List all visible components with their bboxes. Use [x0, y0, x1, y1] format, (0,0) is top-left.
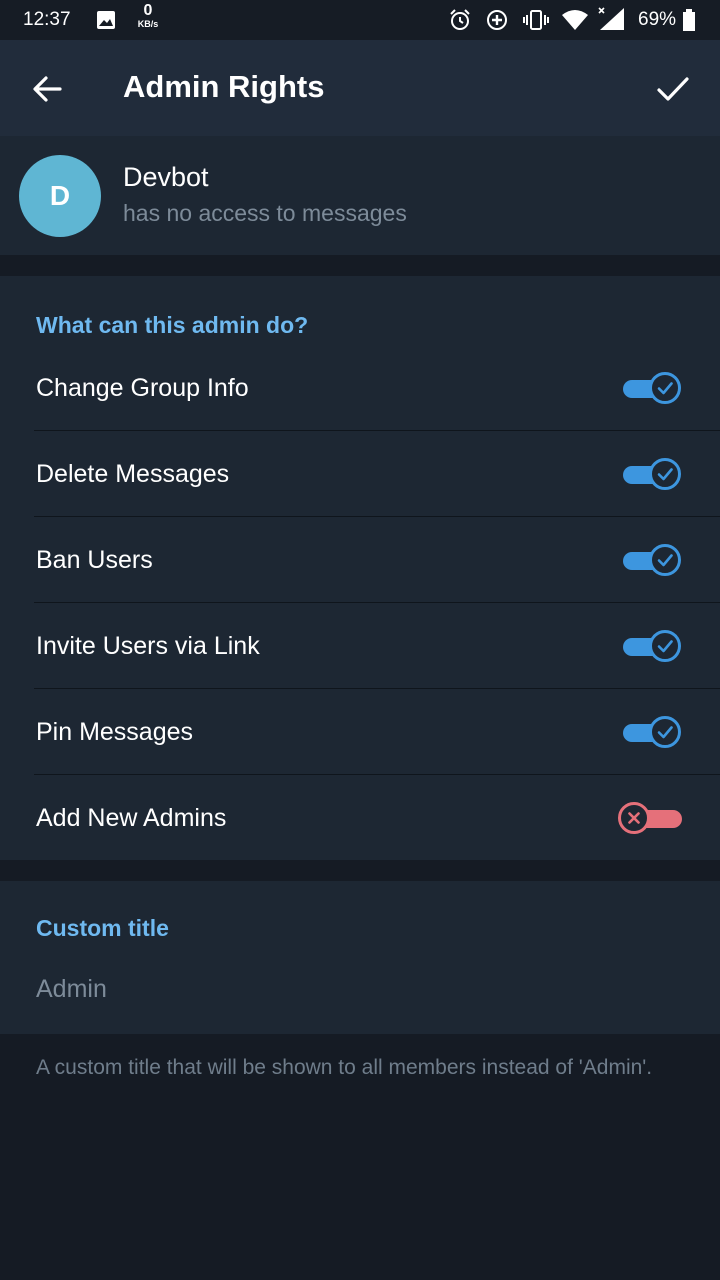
toggle-knob [649, 372, 681, 404]
vibrate-icon [522, 8, 550, 37]
alarm-icon [448, 8, 472, 37]
toggle-switch[interactable] [620, 714, 684, 750]
check-icon [657, 640, 673, 653]
profile-name: Devbot [123, 162, 209, 192]
status-bar: 12:37 0 KB/s 69% [0, 0, 720, 40]
profile-subtitle: has no access to messages [123, 200, 407, 226]
done-button[interactable] [648, 64, 698, 114]
toggle-switch[interactable] [620, 542, 684, 578]
check-icon [657, 382, 673, 395]
toggle-knob [649, 544, 681, 576]
custom-title-header: Custom title [36, 915, 169, 941]
app-bar: Admin Rights [0, 40, 720, 136]
check-icon [657, 468, 673, 481]
avatar: D [19, 155, 101, 237]
image-notification-icon [96, 10, 116, 35]
permission-label: Ban Users [36, 546, 153, 574]
permission-label: Delete Messages [36, 460, 230, 488]
cellular-signal-icon [597, 6, 627, 37]
data-saver-icon [485, 8, 509, 37]
battery-percent: 69% [638, 9, 677, 30]
wifi-icon [561, 8, 589, 37]
battery-icon [683, 9, 695, 36]
permission-label: Invite Users via Link [36, 632, 260, 660]
cross-icon [628, 812, 640, 824]
checkmark-icon [657, 77, 689, 101]
toggle-knob [649, 630, 681, 662]
toggle-knob [618, 802, 650, 834]
permission-row-change-group-info[interactable]: Change Group Info [0, 345, 720, 431]
custom-title-input[interactable]: Admin [36, 975, 107, 1004]
permission-row-delete-messages[interactable]: Delete Messages [0, 431, 720, 517]
check-icon [657, 554, 673, 567]
toggle-switch[interactable] [618, 800, 684, 836]
toggle-switch[interactable] [620, 456, 684, 492]
permission-row-add-new-admins[interactable]: Add New Admins [0, 775, 720, 861]
toggle-knob [649, 458, 681, 490]
permission-row-ban-users[interactable]: Ban Users [0, 517, 720, 603]
check-icon [657, 726, 673, 739]
custom-title-section: Custom title Admin [0, 881, 720, 1034]
admin-profile: D Devbot has no access to messages [0, 136, 720, 255]
permissions-section: What can this admin do? Change Group Inf… [0, 276, 720, 860]
permission-label: Pin Messages [36, 718, 194, 746]
permission-row-invite-users[interactable]: Invite Users via Link [0, 603, 720, 689]
network-speed: 0 KB/s [137, 2, 159, 29]
back-button[interactable] [22, 64, 72, 114]
page-title: Admin Rights [123, 69, 325, 104]
permission-label: Change Group Info [36, 374, 249, 402]
permission-label: Add New Admins [36, 804, 227, 832]
custom-title-hint: A custom title that will be shown to all… [36, 1056, 653, 1079]
permission-row-pin-messages[interactable]: Pin Messages [0, 689, 720, 775]
toggle-switch[interactable] [620, 628, 684, 664]
arrow-left-icon [33, 76, 62, 102]
toggle-switch[interactable] [620, 370, 684, 406]
permissions-header: What can this admin do? [36, 312, 309, 338]
status-time: 12:37 [23, 9, 71, 30]
toggle-knob [649, 716, 681, 748]
